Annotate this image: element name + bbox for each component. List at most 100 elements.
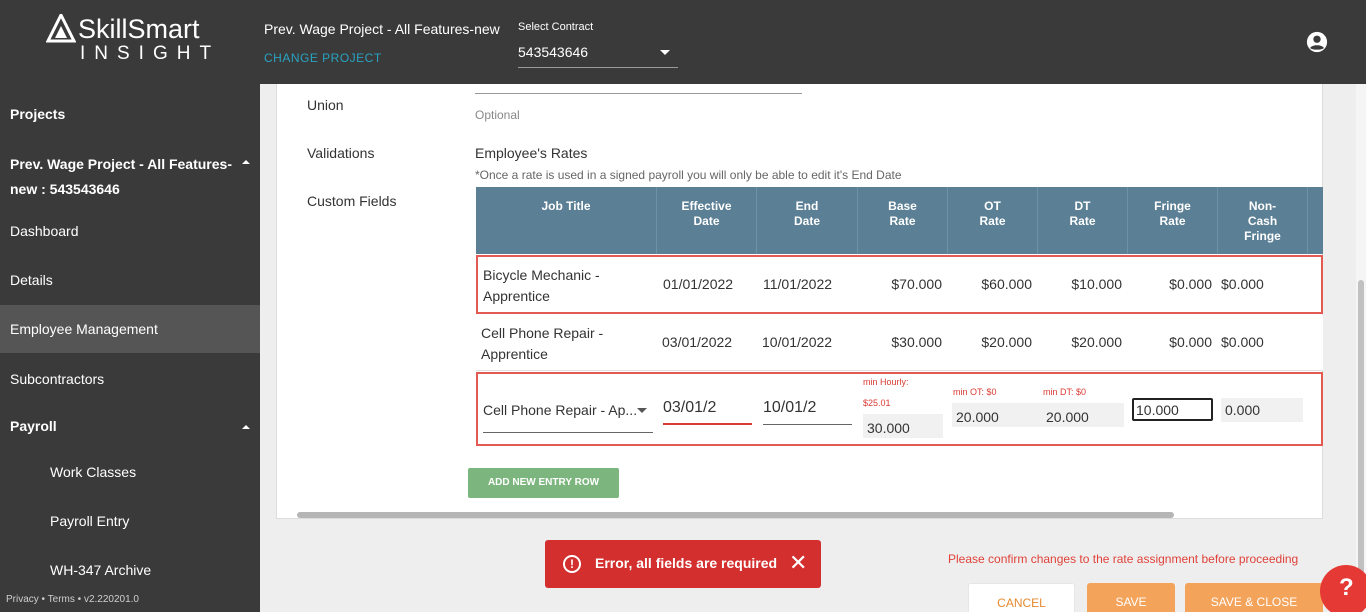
ot-rate-hint: min OT: $0 — [953, 387, 997, 397]
sidebar-item-payroll-entry[interactable]: Payroll Entry — [0, 497, 260, 545]
col-base-label-2: Rate — [889, 214, 916, 228]
current-project-line1: Prev. Wage Project - All Features- — [10, 156, 232, 172]
sidebar-item-projects[interactable]: Projects — [0, 84, 260, 144]
job-title-line1: Bicycle Mechanic - — [483, 267, 600, 283]
sidebar-item-employee-management[interactable]: Employee Management — [0, 305, 260, 353]
sidebar: Projects Prev. Wage Project - All Featur… — [0, 84, 260, 612]
sidebar-item-current-project[interactable]: Prev. Wage Project - All Features-new : … — [0, 146, 260, 202]
error-toast: ! Error, all fields are required ✕ — [545, 540, 821, 588]
job-title-line1: Cell Phone Repair - — [481, 325, 604, 341]
rates-table-header: Job Title Effective Date End Date Base Rate… — [476, 187, 1323, 254]
col-dt-label-2: Rate — [1069, 214, 1096, 228]
contract-select[interactable]: 543543646 — [518, 38, 678, 68]
close-icon[interactable]: ✕ — [789, 551, 807, 575]
cell-fringe-rate: $0.000 — [1169, 276, 1212, 292]
cell-ot-rate: $60.000 — [981, 276, 1032, 292]
chevron-up-icon — [242, 425, 250, 429]
base-rate-input[interactable]: 30.000 — [863, 414, 943, 438]
horizontal-scrollbar[interactable] — [297, 512, 1174, 518]
cell-base-rate: $70.000 — [891, 276, 942, 292]
col-fringe-rate: Fringe Rate — [1128, 187, 1218, 254]
col-ot-label-2: Rate — [979, 214, 1006, 228]
chevron-down-icon — [637, 408, 647, 413]
job-title-line2: Apprentice — [481, 346, 548, 362]
vertical-scrollbar[interactable] — [1358, 280, 1364, 612]
union-label: Union — [307, 97, 344, 113]
help-button[interactable]: ? — [1320, 565, 1366, 612]
col-end-date: End Date — [757, 187, 858, 254]
col-end-label-1: End — [795, 199, 819, 213]
union-input[interactable] — [475, 93, 802, 94]
base-rate-hint: min Hourly: $25.01 — [863, 372, 909, 414]
save-button[interactable]: SAVE — [1087, 583, 1175, 612]
col-fringe-label-2: Rate — [1159, 214, 1186, 228]
end-date-input[interactable]: 10/01/2 — [763, 394, 852, 425]
col-ot-label-1: OT — [984, 199, 1001, 213]
add-new-entry-row-button[interactable]: ADD NEW ENTRY ROW — [468, 468, 619, 498]
base-hint-line2: $25.01 — [863, 398, 891, 408]
current-project-line2: new : 543543646 — [10, 181, 120, 197]
cell-job-title: Bicycle Mechanic - Apprentice — [483, 265, 600, 307]
cancel-button[interactable]: CANCEL — [968, 583, 1075, 612]
job-title-select-value: Cell Phone Repair - Ap... — [483, 402, 638, 418]
cell-dt-rate: $10.000 — [1071, 276, 1122, 292]
sidebar-item-work-classes[interactable]: Work Classes — [0, 448, 260, 496]
sidebar-item-details[interactable]: Details — [0, 255, 260, 304]
job-title-select[interactable]: Cell Phone Repair - Ap... — [483, 394, 653, 433]
logo-triangle-icon — [46, 14, 76, 43]
custom-fields-label: Custom Fields — [307, 193, 397, 209]
change-project-link[interactable]: CHANGE PROJECT — [264, 51, 382, 65]
save-and-close-button[interactable]: SAVE & CLOSE — [1185, 583, 1323, 612]
sidebar-item-label: Payroll — [10, 418, 57, 434]
job-title-line2: Apprentice — [483, 288, 550, 304]
col-noncash-label-3: Fringe — [1244, 229, 1281, 243]
dt-rate-hint: min DT: $0 — [1043, 387, 1087, 397]
project-title: Prev. Wage Project - All Features-new — [264, 21, 500, 37]
sidebar-item-dashboard[interactable]: Dashboard — [0, 206, 260, 255]
validations-label: Validations — [307, 145, 375, 161]
skillsmart-logo[interactable]: SkillSmart INSIGHT — [46, 14, 221, 64]
sidebar-item-label: Work Classes — [50, 464, 137, 480]
non-cash-fringe-input[interactable]: 0.000 — [1221, 398, 1303, 422]
cell-effective-date: 01/01/2022 — [663, 276, 734, 292]
contract-label: Select Contract — [518, 21, 594, 33]
toast-message: Error, all fields are required — [595, 555, 778, 571]
table-row[interactable]: Cell Phone Repair - Apprentice 03/01/2022… — [476, 315, 1323, 370]
row-divider — [476, 370, 1323, 371]
dt-rate-input[interactable]: 20.000 — [1042, 403, 1124, 427]
logo-main-text: SkillSmart — [78, 14, 200, 44]
edit-table-row: Cell Phone Repair - Ap... 03/01/2 10/01/… — [476, 372, 1323, 446]
col-noncash-label-2: Cash — [1247, 214, 1278, 228]
sidebar-item-label: WH-347 Archive — [50, 562, 152, 578]
cell-non-cash-fringe: $0.000 — [1221, 276, 1264, 292]
footer-links[interactable]: Privacy • Terms • v2.220201.0 — [6, 594, 139, 605]
error-icon: ! — [563, 555, 581, 573]
sidebar-item-label: Employee Management — [10, 321, 158, 337]
col-effective-date: Effective Date — [657, 187, 757, 254]
logo-sub-text: INSIGHT — [80, 43, 221, 64]
cell-dt-rate: $20.000 — [1071, 334, 1122, 350]
sidebar-item-wh347-archive[interactable]: WH-347 Archive — [0, 546, 260, 594]
effective-date-input[interactable]: 03/01/2 — [663, 394, 752, 425]
base-hint-line1: min Hourly: — [863, 377, 909, 387]
chevron-down-icon — [660, 50, 670, 55]
account-circle-icon[interactable] — [1306, 31, 1328, 53]
sidebar-item-label: Prev. Wage Project - All Features-new : … — [10, 152, 232, 202]
col-dt-rate: DT Rate — [1038, 187, 1128, 254]
top-bar: SkillSmart INSIGHT Prev. Wage Project - … — [0, 0, 1366, 84]
sidebar-item-payroll[interactable]: Payroll — [0, 404, 260, 448]
cell-base-rate: $30.000 — [891, 334, 942, 350]
fringe-rate-input[interactable]: 10.000 — [1132, 398, 1213, 421]
sidebar-item-subcontractors[interactable]: Subcontractors — [0, 354, 260, 403]
cell-non-cash-fringe: $0.000 — [1221, 334, 1264, 350]
sidebar-item-label: Details — [10, 272, 53, 288]
col-ot-rate: OT Rate — [948, 187, 1038, 254]
col-end-label-2: Date — [793, 214, 820, 228]
col-dt-label-1: DT — [1074, 199, 1091, 213]
col-base-rate: Base Rate — [858, 187, 948, 254]
table-row[interactable]: Bicycle Mechanic - Apprentice 01/01/2022 … — [476, 255, 1323, 314]
cell-fringe-rate: $0.000 — [1169, 334, 1212, 350]
union-hint: Optional — [475, 108, 520, 122]
col-effective-label-1: Effective — [681, 199, 732, 213]
contract-value: 543543646 — [518, 44, 589, 60]
